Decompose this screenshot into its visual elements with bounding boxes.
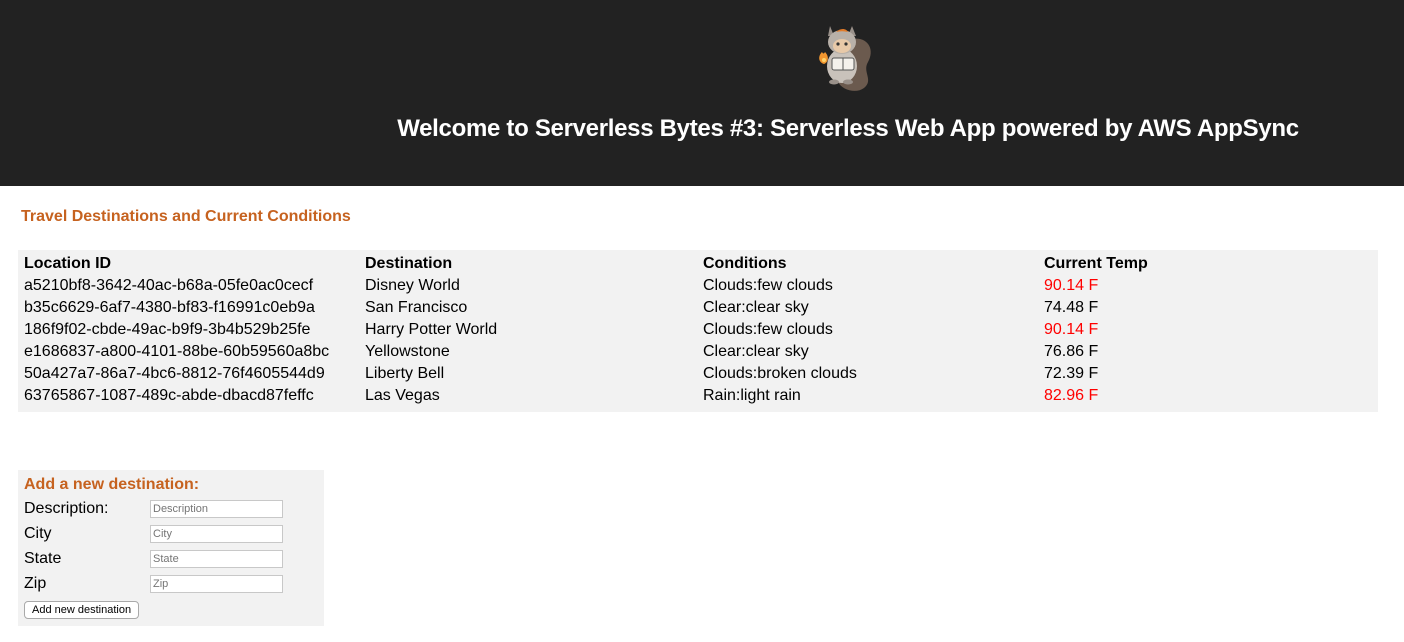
temp-cell: 90.14 F <box>1044 321 1099 338</box>
location-id-cell: a5210bf8-3642-40ac-b68a-05fe0ac0cecf <box>24 277 314 294</box>
state-label: State <box>24 550 62 567</box>
location-id-cell: 186f9f02-cbde-49ac-b9f9-3b4b529b25fe <box>24 321 311 338</box>
form-row-zip: Zip <box>24 573 324 595</box>
destinations-table-panel: Location ID Destination Conditions Curre… <box>18 250 1378 412</box>
state-input[interactable] <box>150 550 283 568</box>
column-header-location-id: Location ID <box>24 255 112 272</box>
destinations-section-title: Travel Destinations and Current Conditio… <box>21 208 351 225</box>
description-input[interactable] <box>150 500 283 518</box>
location-id-cell: e1686837-a800-4101-88be-60b59560a8bc <box>24 343 330 360</box>
form-row-state: State <box>24 548 324 570</box>
table-row: 50a427a7-86a7-4bc6-8812-76f4605544d9 Lib… <box>22 363 1246 385</box>
column-header-destination: Destination <box>365 255 453 272</box>
form-row-description: Description: <box>24 498 324 520</box>
destination-cell: Harry Potter World <box>365 321 498 338</box>
page-title: Welcome to Serverless Bytes #3: Serverle… <box>397 115 1299 142</box>
conditions-cell: Clear:clear sky <box>703 299 809 316</box>
description-label: Description: <box>24 500 109 517</box>
destination-cell: Las Vegas <box>365 387 440 404</box>
conditions-cell: Clouds:few clouds <box>703 321 833 338</box>
temp-cell: 74.48 F <box>1044 299 1099 316</box>
city-input[interactable] <box>150 525 283 543</box>
add-new-destination-button[interactable]: Add new destination <box>24 601 140 619</box>
destination-cell: Liberty Bell <box>365 365 445 382</box>
conditions-cell: Rain:light rain <box>703 387 801 404</box>
table-row: e1686837-a800-4101-88be-60b59560a8bc Yel… <box>22 341 1246 363</box>
temp-cell: 90.14 F <box>1044 277 1099 294</box>
temp-cell: 72.39 F <box>1044 365 1099 382</box>
conditions-cell: Clouds:few clouds <box>703 277 833 294</box>
table-row: 186f9f02-cbde-49ac-b9f9-3b4b529b25fe Har… <box>22 319 1246 341</box>
destinations-table: Location ID Destination Conditions Curre… <box>22 253 1246 407</box>
location-id-cell: 50a427a7-86a7-4bc6-8812-76f4605544d9 <box>24 365 325 382</box>
location-id-cell: 63765867-1087-489c-abde-dbacd87feffc <box>24 387 314 404</box>
destination-cell: Disney World <box>365 277 460 294</box>
table-row: b35c6629-6af7-4380-bf83-f16991c0eb9a San… <box>22 297 1246 319</box>
destination-cell: San Francisco <box>365 299 468 316</box>
page-header: Welcome to Serverless Bytes #3: Serverle… <box>0 0 1404 186</box>
temp-cell: 82.96 F <box>1044 387 1099 404</box>
city-label: City <box>24 525 52 542</box>
table-row: a5210bf8-3642-40ac-b68a-05fe0ac0cecf Dis… <box>22 275 1246 297</box>
column-header-current-temp: Current Temp <box>1044 255 1148 272</box>
add-destination-form: Add a new destination: Description: City… <box>18 470 324 626</box>
table-header-row: Location ID Destination Conditions Curre… <box>22 253 1246 275</box>
conditions-cell: Clouds:broken clouds <box>703 365 857 382</box>
zip-label: Zip <box>24 575 47 592</box>
zip-input[interactable] <box>150 575 283 593</box>
column-header-conditions: Conditions <box>703 255 787 272</box>
temp-cell: 76.86 F <box>1044 343 1099 360</box>
destination-cell: Yellowstone <box>365 343 450 360</box>
form-title: Add a new destination: <box>24 476 200 493</box>
table-row: 63765867-1087-489c-abde-dbacd87feffc Las… <box>22 385 1246 407</box>
conditions-cell: Clear:clear sky <box>703 343 809 360</box>
location-id-cell: b35c6629-6af7-4380-bf83-f16991c0eb9a <box>24 299 315 316</box>
squirrel-mascot-icon <box>819 26 871 91</box>
form-row-city: City <box>24 523 324 545</box>
